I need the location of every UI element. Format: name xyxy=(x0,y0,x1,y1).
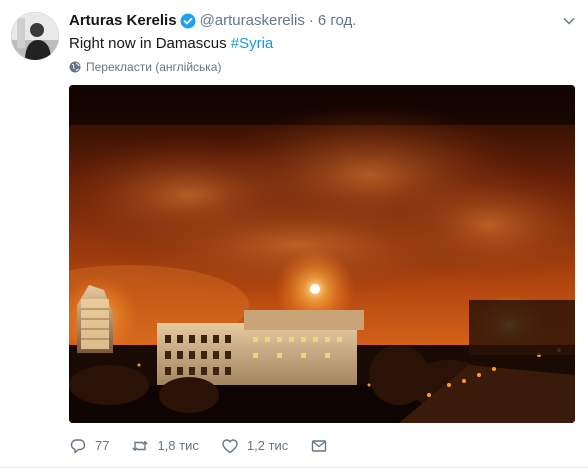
globe-icon xyxy=(69,61,81,73)
retweet-button[interactable]: 1,8 тис xyxy=(131,437,199,455)
author-name[interactable]: Arturas Kerelis xyxy=(69,11,177,31)
verified-badge-icon xyxy=(180,13,196,29)
direct-message-button[interactable] xyxy=(310,437,328,455)
like-button[interactable]: 1,2 тис xyxy=(221,437,288,455)
direct-message-icon xyxy=(312,440,327,452)
tweet-text: Right now in Damascus #Syria xyxy=(69,34,273,54)
timestamp[interactable]: 6 год. xyxy=(318,11,357,31)
chevron-down-icon[interactable] xyxy=(562,14,576,28)
tweet-text-main: Right now in Damascus xyxy=(69,35,231,52)
tweet-photo[interactable] xyxy=(69,85,575,423)
author-handle[interactable]: @arturaskerelis xyxy=(200,11,305,31)
retweet-icon xyxy=(132,440,149,452)
avatar[interactable] xyxy=(11,12,59,60)
hashtag-link[interactable]: #Syria xyxy=(231,35,274,52)
like-icon xyxy=(222,439,238,454)
separator-dot: · xyxy=(308,12,314,29)
translate-link[interactable]: Перекласти (англійська) xyxy=(69,59,221,75)
translate-label: Перекласти (англійська) xyxy=(86,60,222,74)
retweet-count: 1,8 тис xyxy=(157,438,199,453)
reply-button[interactable]: 77 xyxy=(69,437,109,455)
tweet-actions: 77 1,8 тис 1,2 тис xyxy=(69,437,350,455)
reply-count: 77 xyxy=(95,438,110,453)
like-count: 1,2 тис xyxy=(246,438,289,453)
tweet-card[interactable]: Arturas Kerelis @arturaskerelis · 6 год.… xyxy=(0,0,588,468)
reply-icon xyxy=(70,439,86,454)
tweet-header: Arturas Kerelis @arturaskerelis · 6 год. xyxy=(69,11,558,31)
